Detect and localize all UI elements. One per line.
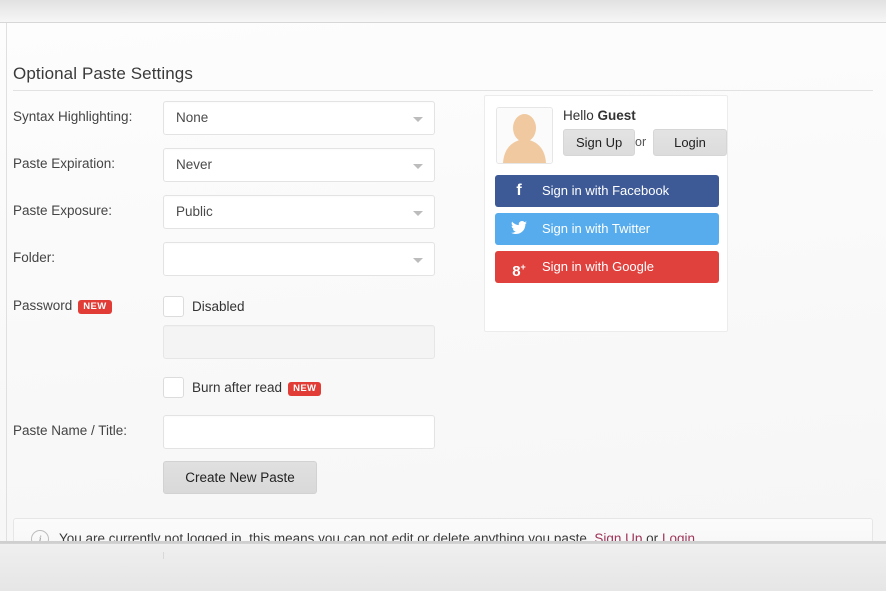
label-paste-exposure: Paste Exposure: xyxy=(13,203,113,218)
alert-or-label: or xyxy=(646,531,659,543)
form-row-syntax-highlighting: Syntax Highlighting: None xyxy=(0,101,470,135)
greeting-prefix: Hello xyxy=(563,108,598,123)
greeting-text: Hello Guest xyxy=(563,108,636,123)
checkbox-burn-after-read[interactable] xyxy=(163,377,184,398)
chevron-down-icon xyxy=(413,164,423,169)
chevron-down-icon xyxy=(413,117,423,122)
label-password: Password NEW xyxy=(13,298,112,314)
page-title: Optional Paste Settings xyxy=(13,64,193,83)
label-burn-after-read: Burn after read NEW xyxy=(192,380,322,396)
sign-in-google-button[interactable]: 8+ Sign in with Google xyxy=(495,251,719,283)
form-row-paste-expiration: Paste Expiration: Never xyxy=(0,148,470,182)
paste-name-input[interactable] xyxy=(163,415,435,449)
window-bottom-strip xyxy=(0,543,886,591)
alert-signup-link[interactable]: Sign Up xyxy=(594,531,642,541)
alert-message: You are currently not logged in, this me… xyxy=(59,531,695,543)
avatar xyxy=(496,107,553,164)
login-card: Hello Guest Sign Up or Login f Sign in w… xyxy=(484,95,728,332)
create-new-paste-button[interactable]: Create New Paste xyxy=(163,461,317,494)
chevron-down-icon xyxy=(413,258,423,263)
info-icon: i xyxy=(31,530,49,541)
form-row-paste-name: Paste Name / Title: xyxy=(0,415,470,449)
page-frame: Optional Paste Settings Syntax Highlight… xyxy=(0,22,886,543)
sign-in-google-label: Sign in with Google xyxy=(542,259,655,274)
checkbox-password-disabled[interactable] xyxy=(163,296,184,317)
form-row-paste-exposure: Paste Exposure: Public xyxy=(0,195,470,229)
label-syntax-highlighting: Syntax Highlighting: xyxy=(13,109,133,124)
select-syntax-highlighting-value: None xyxy=(176,110,209,125)
form-row-burn-after-read: Burn after read NEW xyxy=(0,377,470,401)
form-row-folder: Folder: xyxy=(0,242,470,276)
greeting-username: Guest xyxy=(597,108,636,123)
select-paste-expiration[interactable]: Never xyxy=(163,148,435,182)
label-password-text: Password xyxy=(13,298,73,313)
sign-in-twitter-label: Sign in with Twitter xyxy=(542,221,651,236)
select-paste-exposure-value: Public xyxy=(176,204,213,219)
select-folder[interactable] xyxy=(163,242,435,276)
sign-in-facebook-button[interactable]: f Sign in with Facebook xyxy=(495,175,719,207)
chevron-down-icon xyxy=(413,211,423,216)
password-input[interactable] xyxy=(163,325,435,359)
not-logged-in-alert: i You are currently not logged in, this … xyxy=(13,518,873,543)
login-button[interactable]: Login xyxy=(653,129,727,156)
select-paste-expiration-value: Never xyxy=(176,157,213,172)
title-divider xyxy=(13,90,873,91)
form-row-password: Password NEW Disabled xyxy=(0,296,470,320)
label-burn-after-read-text: Burn after read xyxy=(192,380,283,395)
label-paste-expiration: Paste Expiration: xyxy=(13,156,116,171)
alert-message-text: You are currently not logged in, this me… xyxy=(59,531,591,543)
select-paste-exposure[interactable]: Public xyxy=(163,195,435,229)
bottom-tick-mark xyxy=(163,552,164,559)
form-row-password-input xyxy=(0,325,470,359)
label-password-disabled: Disabled xyxy=(192,299,245,314)
sign-in-facebook-label: Sign in with Facebook xyxy=(542,183,670,198)
facebook-icon: f xyxy=(516,182,522,199)
alert-login-link[interactable]: Login xyxy=(662,531,695,541)
label-paste-name: Paste Name / Title: xyxy=(13,423,128,438)
select-syntax-highlighting[interactable]: None xyxy=(163,101,435,135)
twitter-bird-icon xyxy=(509,213,529,245)
new-badge: NEW xyxy=(288,382,322,396)
or-separator-label: or xyxy=(635,135,647,149)
google-plus-icon: 8+ xyxy=(512,262,526,280)
signup-button[interactable]: Sign Up xyxy=(563,129,636,156)
sign-in-twitter-button[interactable]: Sign in with Twitter xyxy=(495,213,719,245)
label-folder: Folder: xyxy=(13,250,56,265)
new-badge: NEW xyxy=(78,300,112,314)
avatar-silhouette-icon xyxy=(497,108,552,163)
window-top-strip xyxy=(0,0,886,22)
